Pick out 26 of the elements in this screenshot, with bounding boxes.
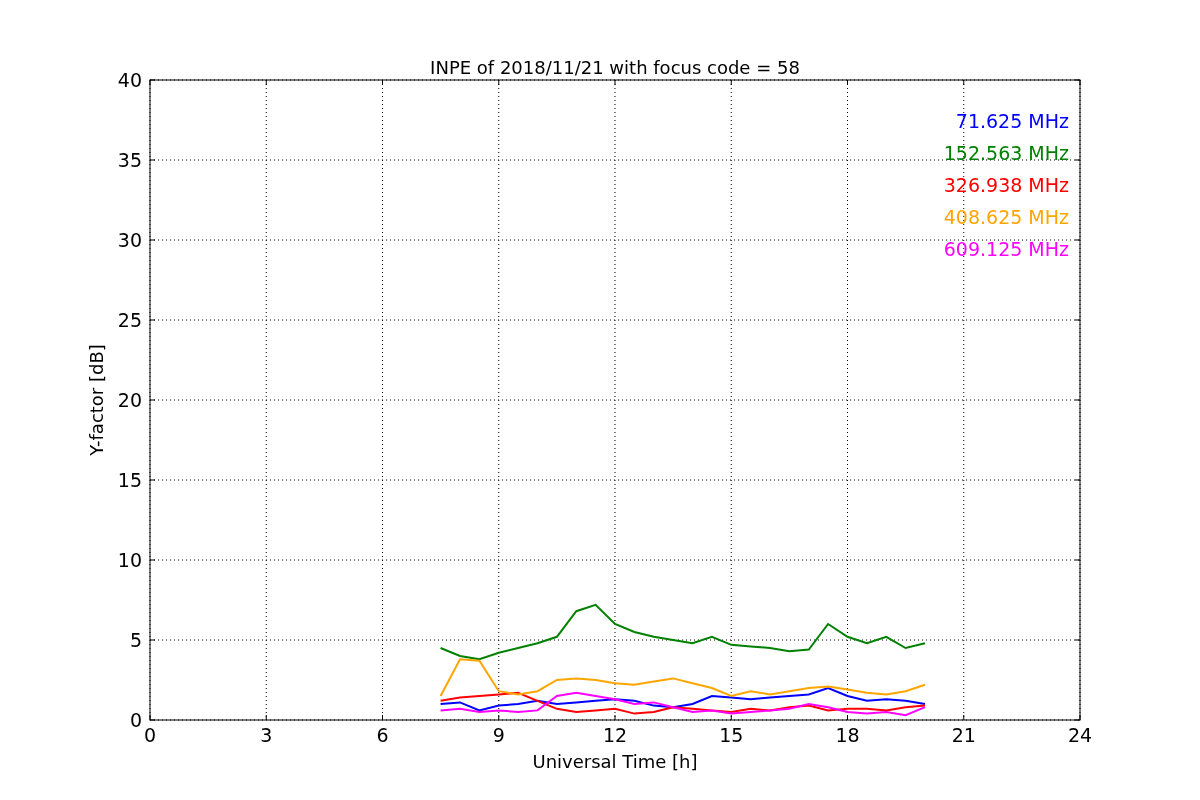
tick-label: 18	[835, 724, 860, 746]
tick-label: 0	[129, 709, 142, 731]
tick-label: 24	[1067, 724, 1093, 746]
legend-label: 152.563 MHz	[943, 142, 1069, 164]
tick-label: 15	[117, 469, 142, 491]
legend-label: 408.625 MHz	[943, 206, 1069, 228]
legend-label: 609.125 MHz	[943, 238, 1069, 260]
chart-title: INPE of 2018/11/21 with focus code = 58	[430, 57, 800, 78]
tick-label: 25	[117, 309, 142, 331]
tick-label: 21	[951, 724, 976, 746]
tick-label: 15	[719, 724, 744, 746]
tick-label: 6	[376, 724, 389, 746]
tick-label: 9	[492, 724, 505, 746]
tick-label: 40	[117, 69, 142, 91]
tick-label: 10	[117, 549, 142, 571]
tick-label: 3	[260, 724, 273, 746]
tick-label: 35	[117, 149, 142, 171]
tick-label: 12	[602, 724, 628, 746]
tick-label: 0	[143, 724, 157, 746]
legend-label: 326.938 MHz	[943, 174, 1069, 196]
axis-label: Y-factor [dB]	[86, 344, 107, 456]
axis-label: Universal Time [h]	[532, 751, 698, 772]
tick-label: 20	[117, 389, 142, 411]
tick-label: 5	[129, 629, 142, 651]
tick-label: 30	[117, 229, 142, 251]
legend-label: 71.625 MHz	[955, 110, 1069, 132]
